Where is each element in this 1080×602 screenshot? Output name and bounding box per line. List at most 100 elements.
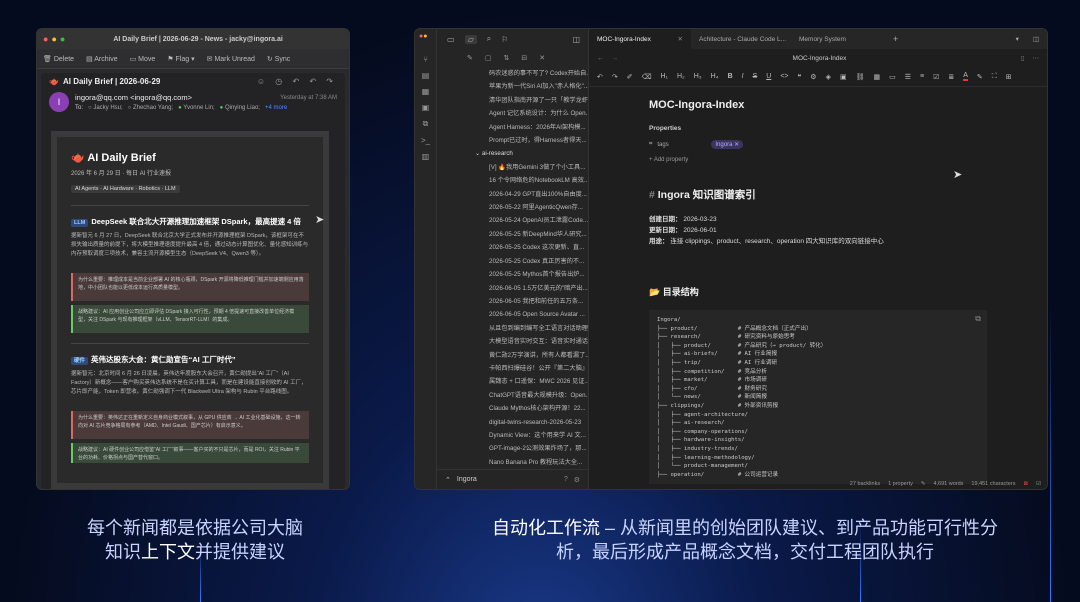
files-icon[interactable]: ▤ [422,71,430,80]
calendar-icon[interactable]: ▣ [422,103,430,112]
copy-code-icon[interactable]: ⧉ [975,314,981,324]
file-item[interactable]: 2026-05-25 新DeepMind华人研究... [489,228,588,241]
help-icon[interactable]: ? [564,476,568,483]
h3-button[interactable]: H₃ [694,73,702,80]
forward-icon[interactable]: → [612,55,619,62]
folder-ai-research[interactable]: ⌄ ai-research [475,147,588,160]
file-item[interactable]: 黄仁勋2万字演讲，所有人都看漏了... [489,349,588,362]
file-item[interactable]: GPT-image-2公测效果炸场了，那... [489,442,588,455]
h1-button[interactable]: H₁ [661,73,668,80]
table-icon[interactable]: ▦ [873,73,880,81]
bookmark-icon[interactable]: ⚐ [501,35,508,44]
italic-button[interactable]: I [742,73,744,80]
message-actions[interactable]: ☺ ◷ ↶ ↶ ↷ [257,77,337,86]
file-item[interactable]: 苹果为新一代Siri AI加入"赤人格化"... [489,80,588,93]
close-dot[interactable]: ● [43,34,48,44]
minimize-dot[interactable]: ● [51,34,56,44]
window-controls[interactable]: ●● [419,33,427,40]
file-item[interactable]: 从且包到编到编写全工语言对话助理... [489,322,588,335]
new-folder-icon[interactable]: ▢ [485,54,492,62]
file-item[interactable]: 2026-06-05 Open Source Avatar ... [489,308,588,321]
expand-icon[interactable]: ⛶ [992,73,997,81]
new-note-icon[interactable]: ✎ [467,54,473,62]
recipient[interactable]: ○ Jacky Hsu; [88,105,123,111]
highlight-icon[interactable]: ✎ [977,73,983,81]
h4-button[interactable]: H₄ [711,73,719,80]
text-color-icon[interactable]: A [963,72,968,81]
flag-button[interactable]: ⚑ Flag ▾ [167,55,194,63]
search-icon[interactable]: ⌕ [487,34,491,44]
file-item[interactable]: 2026-05-24 OpenAI员工泄露Code... [489,214,588,227]
h2-button[interactable]: H₂ [677,73,685,80]
recipient[interactable]: ● Yvonne Lin; [178,105,215,111]
reading-mode-icon[interactable]: ▯ [1021,54,1025,62]
file-item[interactable]: digital-twins-research-2026-05-23 [489,416,588,429]
undo-icon[interactable]: ↶ [597,73,603,81]
sidebar-right-icon[interactable]: ◫ [1033,35,1039,43]
ordered-list-icon[interactable]: ≡ [920,73,924,80]
tab-moc[interactable]: MOC-Ingora-Index ✕ [589,29,691,49]
book-icon[interactable]: ▥ [422,152,430,161]
file-item[interactable]: Agent 记忆系统设计：为什么 Open... [489,107,588,120]
new-tab-icon[interactable]: + [893,34,898,44]
delete-button[interactable]: 🗑 Delete [43,55,74,63]
checklist-icon[interactable]: ☑ [933,73,939,81]
panel-icon[interactable]: ◫ [572,35,580,44]
bold-button[interactable]: B [728,73,733,80]
file-item[interactable]: 2026-05-25 Mythos首个报告出炉... [489,268,588,281]
link-icon[interactable]: ⛓ [856,73,865,81]
brush-icon[interactable]: ✐ [627,73,633,81]
backlinks-count[interactable]: 27 backlinks [850,481,880,487]
gear-icon[interactable]: ⚙ [810,73,816,81]
redo-icon[interactable]: ↷ [612,73,618,81]
file-item[interactable]: 清华团队指南开源了一只「教学龙虾」... [489,94,588,107]
cube-icon[interactable]: ◈ [826,73,831,81]
close-tab-icon[interactable]: ✕ [678,35,683,43]
tab-list-icon[interactable]: ▾ [1016,35,1019,43]
file-item[interactable]: 2026-04-29 GPT直出100%自由度... [489,188,588,201]
tab-architecture[interactable]: Achitecture - Claude Code L... [691,29,791,49]
eraser-icon[interactable]: ⌫ [642,73,652,81]
code-icon[interactable]: <> [780,73,788,80]
recipient[interactable]: ○ Zhechao Yang; [128,105,173,111]
edit-icon[interactable]: ✎ [921,481,926,487]
file-item[interactable]: 大模型语音实时交互：语音实时通话... [489,335,588,348]
file-item[interactable]: Nano Banana Pro 教程玩法大全... [489,456,588,469]
check-icon[interactable]: ☑ [1036,481,1041,487]
sort-icon[interactable]: ⇅ [504,54,510,62]
split-icon[interactable]: ⊞ [1006,73,1012,81]
file-item[interactable]: ChatGPT语音最大规模升级：Open... [489,389,588,402]
sync-status-icon[interactable]: ⊠ [1023,481,1028,487]
list-icon[interactable]: ☰ [905,73,911,81]
file-item[interactable]: 2026-05-25 Codex 真正厉害的不... [489,255,588,268]
add-property-button[interactable]: + Add property [649,157,987,163]
back-icon[interactable]: ← [597,55,604,62]
move-button[interactable]: ▭ Move [130,55,156,63]
tab-memory[interactable]: Memory System [791,29,891,49]
file-item[interactable]: Claude Mythos核心架构开源！22... [489,402,588,415]
underline-button[interactable]: U [766,73,771,80]
file-item[interactable]: 2026-05-22 阿里AgenticQwen存... [489,201,588,214]
strike-button[interactable]: S [753,73,758,80]
mark-unread-button[interactable]: ✉ Mark Unread [207,55,255,63]
tag-pill[interactable]: Ingora ✕ [711,140,744,149]
grid-icon[interactable]: ▦ [422,87,430,96]
file-item[interactable]: Prompt已过时，得Harness者得天... [489,134,588,147]
chat-icon[interactable]: ▭ [889,73,896,81]
settings-icon[interactable]: ⚙ [574,476,580,484]
align-icon[interactable]: ≣ [948,73,954,81]
archive-button[interactable]: ▤ Archive [86,55,118,63]
recipient[interactable]: ● Qinying Liao; [220,105,260,111]
file-item[interactable]: Agent Harness：2026年AI架构模... [489,121,588,134]
image-icon[interactable]: ▣ [840,73,847,81]
file-item[interactable]: 16 个令网络危的NotebookLM 高效... [489,174,588,187]
more-options-icon[interactable]: ⋯ [1033,54,1040,62]
file-item[interactable]: Dynamic View：这个用来学 AI 文... [489,429,588,442]
zoom-dot[interactable]: ● [60,34,65,44]
property-key[interactable]: tags [657,142,711,148]
file-item[interactable]: 2026-06-05 我把和前任的五万条... [489,295,588,308]
file-item[interactable]: [V] 🔥我用Gemini 3做了个小工具... [489,161,588,174]
copy-icon[interactable]: ⧉ [423,119,429,129]
folder-icon[interactable]: ▱ [464,34,477,44]
terminal-icon[interactable]: >_ [421,136,430,145]
